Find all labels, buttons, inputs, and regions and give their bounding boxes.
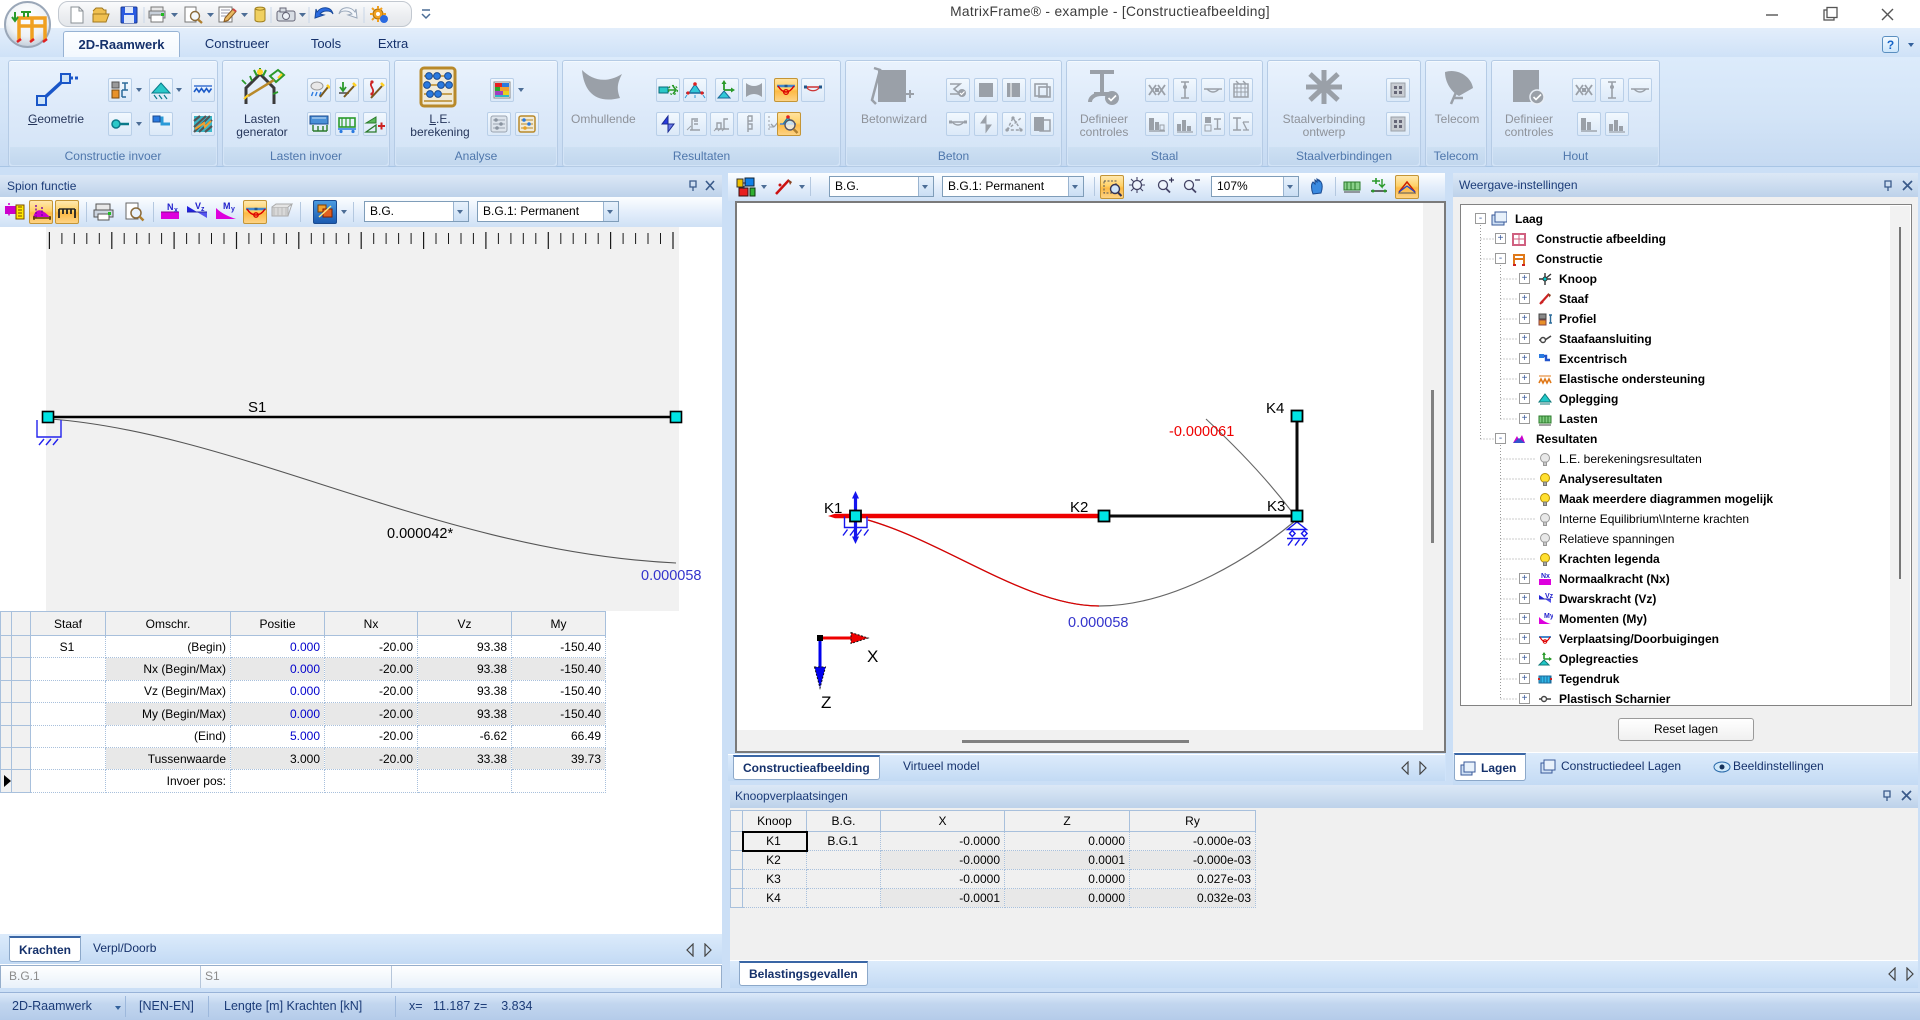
svg-text:S1: S1 xyxy=(248,399,266,416)
svg-text:X: X xyxy=(867,647,878,666)
svg-text:x: x xyxy=(174,207,178,214)
svg-text:K1: K1 xyxy=(824,500,842,517)
svg-text:My: My xyxy=(1544,613,1553,620)
svg-text:Vz: Vz xyxy=(1545,593,1553,600)
svg-text:0.000042*: 0.000042* xyxy=(387,526,453,542)
svg-text:0.000058: 0.000058 xyxy=(641,568,701,584)
svg-text:M: M xyxy=(223,201,231,211)
svg-text:z: z xyxy=(201,206,205,213)
svg-text:Z: Z xyxy=(821,693,831,712)
svg-text:K4: K4 xyxy=(1266,400,1284,417)
svg-text:0.000058: 0.000058 xyxy=(1068,615,1128,631)
svg-text:K2: K2 xyxy=(1070,499,1088,516)
svg-text:Nx: Nx xyxy=(1541,573,1550,580)
svg-text:y: y xyxy=(231,206,235,213)
svg-text:-0.000061: -0.000061 xyxy=(1169,424,1234,440)
svg-text:N: N xyxy=(167,202,174,212)
svg-text:K3: K3 xyxy=(1267,498,1285,515)
